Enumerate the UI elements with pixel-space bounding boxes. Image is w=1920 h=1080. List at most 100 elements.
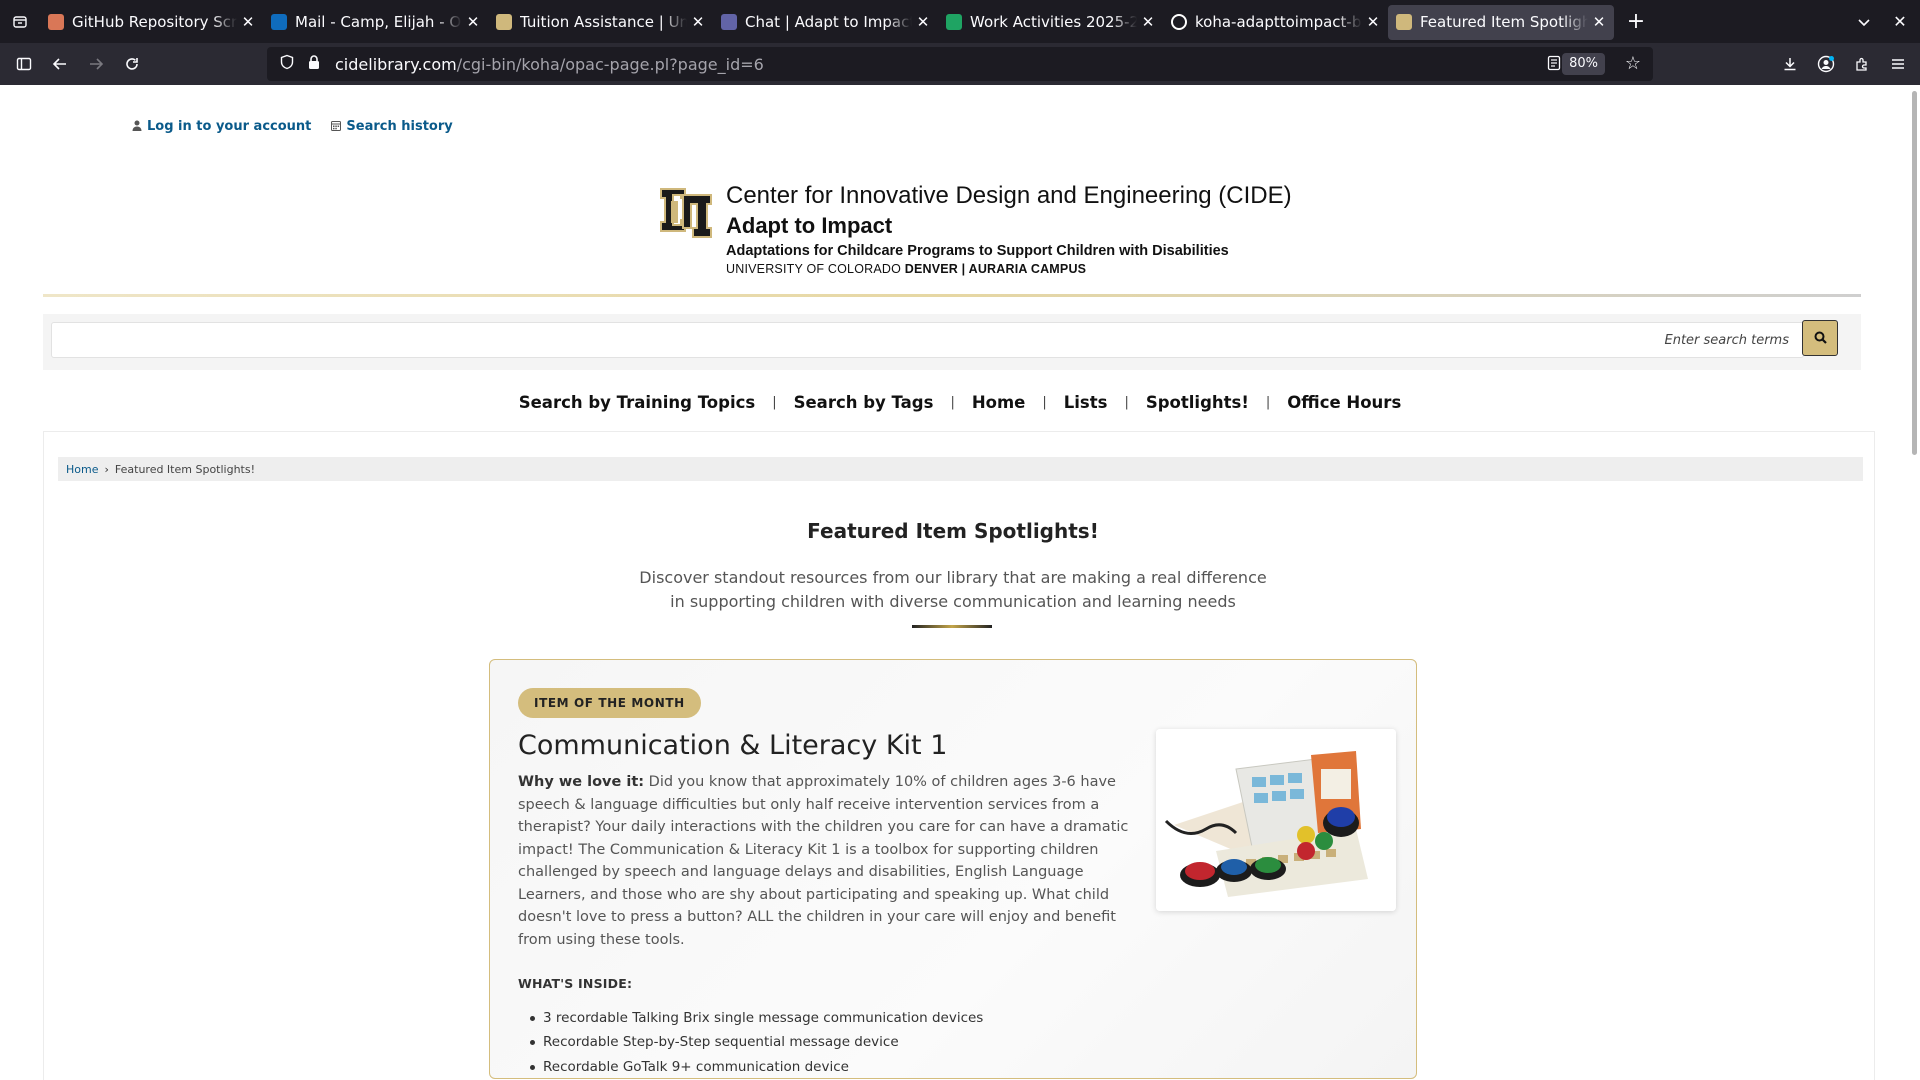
title-divider (912, 625, 992, 628)
main-nav: Search by Training Topics | Search by Tags… (0, 385, 1920, 419)
scrollbar-thumb[interactable] (1912, 91, 1917, 455)
tab-title: Featured Item Spotlights! (1420, 13, 1588, 31)
close-tab-icon[interactable]: ✕ (1141, 13, 1155, 31)
tab-list-icon[interactable] (0, 0, 40, 43)
browser-tab[interactable]: Chat | Adapt to Impact ✕ (713, 5, 938, 40)
main-content: Home › Featured Item Spotlights! Feature… (43, 431, 1875, 1080)
toolbar-right (1772, 43, 1920, 85)
search-icon (1814, 329, 1827, 348)
address-bar[interactable]: cidelibrary.com/cgi-bin/koha/opac-page.p… (267, 47, 1653, 81)
bookmark-star-icon[interactable]: ☆ (1625, 53, 1641, 74)
browser-tab[interactable]: koha-adapttoimpact-backup✕ (1163, 5, 1388, 40)
why-we-love-it-label: Why we love it: (518, 774, 645, 790)
nav-item-office-hours[interactable]: Office Hours (1270, 393, 1418, 412)
url-text: cidelibrary.com/cgi-bin/koha/opac-page.p… (335, 55, 764, 74)
forward-icon[interactable] (78, 48, 114, 80)
github-icon (1171, 14, 1187, 30)
url-path: /cgi-bin/koha/opac-page.pl?page_id=6 (456, 54, 764, 74)
nav-item-lists[interactable]: Lists (1047, 393, 1125, 412)
shield-icon[interactable] (279, 54, 297, 74)
org-header: Center for Innovative Design and Enginee… (726, 182, 1292, 276)
url-host: cidelibrary.com (335, 54, 457, 74)
sheets-icon (946, 14, 962, 30)
close-tab-icon[interactable]: ✕ (1592, 13, 1606, 31)
tab-title: Mail - Camp, Elijah - Outlook (295, 13, 462, 31)
list-item: Recordable GoTalk 9+ communication devic… (518, 1055, 1388, 1080)
page-scrollbar[interactable] (1908, 85, 1920, 1080)
sidebar-toggle-icon[interactable] (6, 48, 42, 80)
close-tab-icon[interactable]: ✕ (916, 13, 930, 31)
close-tab-icon[interactable]: ✕ (466, 13, 480, 31)
chevron-down-icon[interactable] (1844, 0, 1884, 43)
login-link[interactable]: Log in to your account (132, 119, 311, 134)
search-history-link[interactable]: Search history (331, 119, 453, 134)
search-input[interactable] (52, 323, 1803, 357)
cu-logo[interactable] (657, 183, 717, 243)
whats-inside-heading: WHAT'S INSIDE: (518, 976, 633, 991)
browser-tab[interactable]: Tuition Assistance | University✕ (488, 5, 713, 40)
outlook-icon (271, 14, 287, 30)
search-history-label: Search history (346, 119, 453, 134)
search-box (51, 322, 1804, 358)
new-tab-button[interactable]: + (1618, 4, 1654, 40)
item-of-month-badge: ITEM OF THE MONTH (518, 688, 701, 718)
zoom-level-button[interactable]: 80% (1562, 53, 1605, 75)
close-tab-icon[interactable]: ✕ (691, 13, 705, 31)
nav-item-spotlights[interactable]: Spotlights! (1129, 393, 1266, 412)
university-line: UNIVERSITY OF COLORADO DENVER | AURARIA … (726, 262, 1292, 276)
breadcrumb: Home › Featured Item Spotlights! (58, 457, 1863, 481)
extensions-icon[interactable] (1844, 48, 1880, 80)
chevron-right-icon: › (104, 462, 109, 476)
featured-item-body: Why we love it: Did you know that approx… (518, 729, 1396, 1080)
university-name: UNIVERSITY OF COLORADO (726, 262, 902, 276)
program-tagline: Adaptations for Childcare Programs to Su… (726, 243, 1229, 259)
lock-icon[interactable] (307, 54, 323, 74)
featured-item-description: Did you know that approximately 10% of c… (518, 774, 1129, 948)
browser-tab[interactable]: Work Activities 2025-2026✕ (938, 5, 1163, 40)
intro-line-2: in supporting children with diverse comm… (670, 592, 1236, 611)
reload-icon[interactable] (114, 48, 150, 80)
nav-item-search-by-training-topics[interactable]: Search by Training Topics (502, 393, 772, 412)
intro-line-1: Discover standout resources from our lib… (639, 568, 1267, 587)
calendar-icon (331, 120, 342, 134)
reader-view-icon[interactable] (1547, 55, 1561, 75)
program-name: Adapt to Impact (726, 213, 893, 238)
claude-icon (48, 14, 64, 30)
browser-tab[interactable]: Featured Item Spotlights!✕ (1388, 4, 1614, 40)
menu-icon[interactable] (1880, 48, 1916, 80)
page-intro: Discover standout resources from our lib… (44, 566, 1862, 614)
page-viewport: Log in to your account Search history Ce… (0, 85, 1920, 1080)
tab-title: GitHub Repository Screen (72, 13, 237, 31)
browser-tab[interactable]: GitHub Repository Screen✕ (40, 5, 263, 40)
featured-item-card: ITEM OF THE MONTH Communication & Litera… (489, 659, 1417, 1079)
back-icon[interactable] (42, 48, 78, 80)
kit-image[interactable] (1156, 729, 1396, 911)
nav-item-search-by-tags[interactable]: Search by Tags (777, 393, 951, 412)
close-tab-icon[interactable]: ✕ (241, 13, 255, 31)
close-tab-icon[interactable]: ✕ (1366, 13, 1380, 31)
browser-tab[interactable]: Mail - Camp, Elijah - Outlook✕ (263, 5, 488, 40)
whats-inside-list: 3 recordable Talking Brix single message… (518, 1006, 1388, 1080)
page-title: Featured Item Spotlights! (807, 519, 1099, 543)
org-name: Center for Innovative Design and Enginee… (726, 182, 1292, 209)
downloads-icon[interactable] (1772, 48, 1808, 80)
window-close-icon[interactable]: ✕ (1884, 0, 1916, 43)
tab-title: Chat | Adapt to Impact (745, 13, 912, 31)
tab-title: Tuition Assistance | University (520, 13, 687, 31)
featured-item-title[interactable]: Communication & Literacy Kit 1 (518, 730, 947, 761)
list-item: 3 recordable Talking Brix single message… (518, 1006, 1388, 1031)
search-button[interactable] (1802, 320, 1838, 356)
breadcrumb-current: Featured Item Spotlights! (114, 462, 256, 476)
user-icon (132, 120, 142, 134)
list-item: Recordable Step-by-Step sequential messa… (518, 1030, 1388, 1055)
teams-icon (721, 14, 737, 30)
account-icon[interactable] (1808, 48, 1844, 80)
tab-title: koha-adapttoimpact-backup (1195, 13, 1362, 31)
campus-name: DENVER | AURARIA CAMPUS (904, 262, 1087, 276)
nav-item-home[interactable]: Home (955, 393, 1043, 412)
breadcrumb-home[interactable]: Home (66, 463, 98, 476)
top-links: Log in to your account Search history (132, 119, 453, 134)
login-link-label: Log in to your account (147, 119, 312, 134)
cu-icon (1396, 14, 1412, 30)
browser-tab-bar: GitHub Repository Screen✕Mail - Camp, El… (0, 0, 1920, 43)
